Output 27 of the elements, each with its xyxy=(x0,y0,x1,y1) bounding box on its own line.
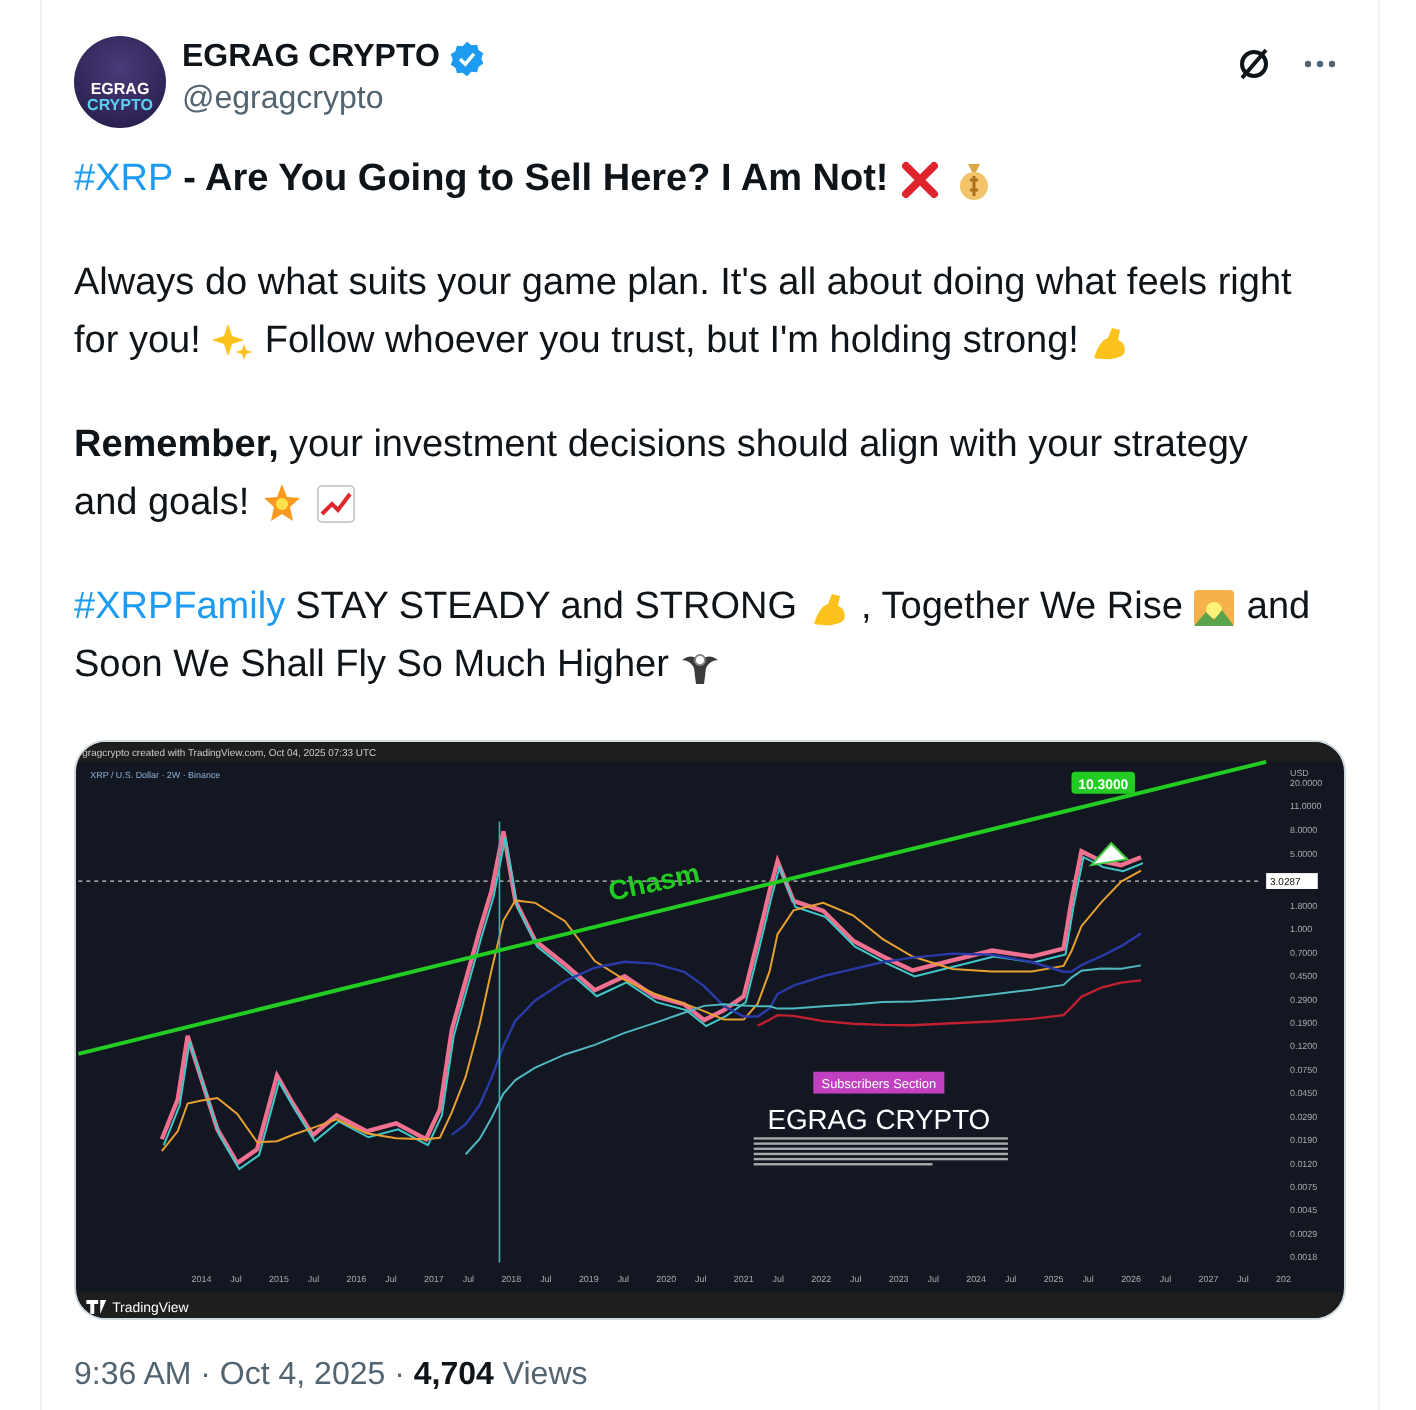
post-text: and goals! xyxy=(74,480,250,528)
bold-text: Remember, xyxy=(74,422,279,470)
sparkles-icon xyxy=(210,319,255,363)
chart-increasing-icon xyxy=(313,481,358,525)
post-text: and xyxy=(1246,584,1311,632)
bold-text: - Are You Going to Sell Here? I Am Not! xyxy=(183,156,889,204)
slashed-circle-icon[interactable] xyxy=(1234,44,1274,84)
post-text: Soon We Shall Fly So Much Higher xyxy=(74,642,669,690)
avatar[interactable]: EGRAG CRYPTO xyxy=(74,36,166,128)
avatar-text: CRYPTO xyxy=(87,98,153,114)
post-text: , Together We Rise xyxy=(861,584,1183,632)
post-timestamp: 9:36 AM · Oct 4, 2025 · 4,704 Views xyxy=(74,1358,590,1394)
post-text: Always do what suits your game plan. It's all about doing what feels right xyxy=(74,260,1292,308)
post-text: STAY STEADY and STRONG xyxy=(295,584,798,632)
post-text: your investment decisions should align with your strategy xyxy=(288,422,1248,470)
tradingview-logo-icon xyxy=(86,1300,107,1315)
triangle-marker xyxy=(1088,841,1130,867)
post-text: for you! xyxy=(74,318,201,366)
avatar-text: EGRAG xyxy=(90,82,150,98)
trendline-label: Chasm xyxy=(605,856,703,907)
cross-icon xyxy=(898,157,943,201)
user-handle[interactable]: @egragcrypto xyxy=(182,78,1218,122)
glowing-star-icon xyxy=(259,481,304,525)
display-name[interactable]: EGRAG CRYPTO xyxy=(182,38,440,78)
sunrise-icon xyxy=(1192,585,1237,629)
watermark-text: EGRAG CRYPTO xyxy=(767,1103,991,1136)
post-text: Follow whoever you trust, but I'm holding strong! xyxy=(264,318,1079,366)
